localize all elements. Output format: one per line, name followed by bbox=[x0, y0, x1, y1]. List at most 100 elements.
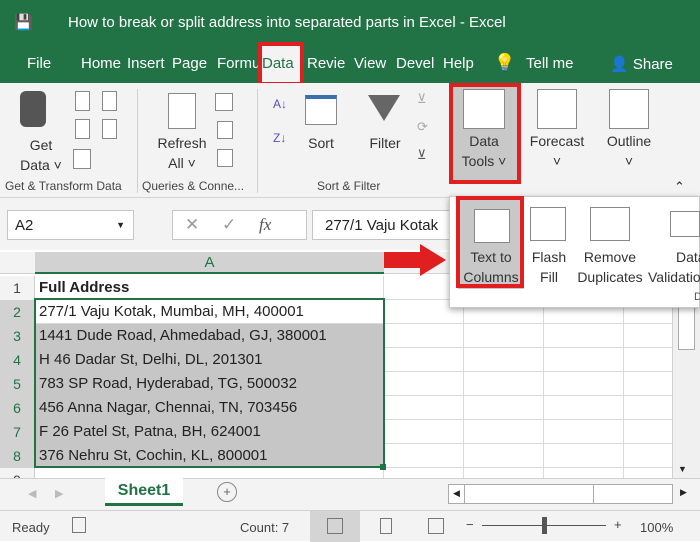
chevron-down-icon[interactable]: ▼ bbox=[116, 220, 125, 230]
highlight-data-tools bbox=[449, 83, 521, 184]
tab-file[interactable]: File bbox=[27, 55, 51, 72]
queries-icon[interactable] bbox=[215, 93, 233, 111]
tab-page-layout[interactable]: Page bbox=[172, 55, 207, 72]
group-sort-filter: Sort & Filter bbox=[317, 179, 381, 193]
from-text-icon[interactable] bbox=[75, 91, 90, 111]
menu-item-remove-duplicates[interactable]: Remove Duplicates bbox=[574, 199, 646, 289]
refresh-all-button[interactable]: Refresh All ˅ bbox=[152, 133, 212, 173]
row-header[interactable]: 1 bbox=[0, 276, 35, 300]
collapse-ribbon-icon[interactable]: ⌃ bbox=[674, 179, 685, 195]
macro-record-icon[interactable] bbox=[72, 517, 86, 533]
from-web-icon[interactable] bbox=[75, 119, 90, 139]
title-bar: 💾 How to break or split address into sep… bbox=[0, 0, 700, 45]
ribbon: Get Data ˅ Get & Transform Data Refresh Al… bbox=[0, 83, 700, 198]
group-label: D bbox=[694, 291, 700, 303]
from-table-icon[interactable] bbox=[73, 149, 91, 169]
cancel-icon[interactable]: ✕ bbox=[185, 215, 199, 234]
menu-item-flash-fill[interactable]: Flash Fill bbox=[528, 199, 570, 289]
database-icon bbox=[20, 91, 46, 127]
scroll-right-icon[interactable]: ▶ bbox=[680, 487, 687, 498]
column-header-a[interactable]: A bbox=[35, 252, 384, 274]
menu-item-data-validation[interactable]: Data Validation bbox=[648, 199, 700, 289]
scroll-left-icon[interactable]: ◀ bbox=[453, 488, 460, 499]
outline-button[interactable]: Outline ˅ bbox=[596, 131, 662, 171]
grid-icon bbox=[327, 518, 343, 534]
zoom-slider-thumb[interactable] bbox=[542, 517, 547, 534]
remove-duplicates-icon bbox=[590, 207, 630, 241]
page-break-icon[interactable] bbox=[428, 518, 444, 534]
horizontal-scrollbar[interactable]: ◀ bbox=[448, 484, 673, 504]
selection-border bbox=[34, 298, 385, 468]
row-header[interactable]: 7 bbox=[0, 420, 35, 444]
insert-function-icon[interactable]: fx bbox=[259, 215, 271, 234]
refresh-label-2: All bbox=[168, 155, 184, 171]
lightbulb-icon: 💡 bbox=[494, 53, 516, 72]
label-line: Validation bbox=[648, 269, 700, 285]
prev-sheet-icon[interactable]: ◀ bbox=[28, 487, 36, 500]
filter-button[interactable]: Filter bbox=[362, 133, 408, 153]
zoom-in-icon[interactable]: + bbox=[614, 517, 622, 532]
name-box[interactable]: A2 ▼ bbox=[7, 210, 134, 240]
page-layout-icon[interactable] bbox=[380, 518, 392, 534]
clear-filter-icon[interactable]: ⊻ bbox=[417, 91, 427, 107]
existing-connections-icon[interactable] bbox=[102, 119, 117, 139]
name-box-value: A2 bbox=[15, 217, 34, 234]
zoom-out-icon[interactable]: − bbox=[466, 517, 474, 532]
tab-developer[interactable]: Devel bbox=[396, 55, 434, 72]
add-sheet-icon[interactable]: + bbox=[217, 482, 237, 502]
status-count: Count: 7 bbox=[240, 520, 290, 535]
get-data-label-1: Get bbox=[29, 137, 53, 153]
refresh-icon bbox=[168, 93, 196, 129]
row-header[interactable]: 6 bbox=[0, 396, 35, 420]
tab-help[interactable]: Help bbox=[443, 55, 474, 72]
refresh-label-1: Refresh bbox=[157, 135, 207, 151]
person-icon: 👤 bbox=[610, 56, 633, 73]
scroll-down-icon[interactable]: ▼ bbox=[678, 464, 687, 474]
fill-handle[interactable] bbox=[380, 464, 386, 470]
sheet-tab-sheet1[interactable]: Sheet1 bbox=[105, 478, 183, 506]
row-header[interactable]: 8 bbox=[0, 444, 35, 468]
row-header[interactable]: 4 bbox=[0, 348, 35, 372]
cell-a1[interactable]: Full Address bbox=[35, 276, 384, 300]
tab-review[interactable]: Revie bbox=[307, 55, 345, 72]
forecast-label: Forecast bbox=[529, 133, 585, 149]
save-icon[interactable]: 💾 bbox=[14, 13, 33, 31]
red-arrow-icon bbox=[384, 244, 446, 276]
reapply-icon[interactable]: ⟳ bbox=[417, 119, 428, 135]
tab-formulas[interactable]: Formu bbox=[217, 55, 260, 72]
status-bar: Ready Count: 7 − + 100% bbox=[0, 510, 700, 542]
share-button[interactable]: 👤 Share bbox=[610, 55, 673, 73]
recent-sources-icon[interactable] bbox=[102, 91, 117, 111]
advanced-filter-icon[interactable]: ⊻ bbox=[417, 147, 427, 163]
properties-icon[interactable] bbox=[217, 121, 233, 139]
window-title: How to break or split address into separ… bbox=[68, 14, 506, 31]
row-header[interactable]: 2 bbox=[0, 300, 35, 324]
row-header[interactable]: 3 bbox=[0, 324, 35, 348]
get-data-button[interactable]: Get Data ˅ bbox=[14, 135, 68, 175]
outline-label: Outline bbox=[606, 133, 652, 149]
scroll-thumb[interactable] bbox=[464, 485, 594, 503]
enter-icon[interactable]: ✓ bbox=[222, 215, 236, 234]
filter-icon bbox=[368, 95, 400, 121]
tab-home[interactable]: Home bbox=[81, 55, 121, 72]
tab-view[interactable]: View bbox=[354, 55, 386, 72]
label-line: Remove bbox=[583, 249, 637, 265]
sheet-tabs-bar: ◀ ▶ Sheet1 + ◀ ▶ bbox=[0, 478, 700, 510]
outline-icon bbox=[609, 89, 649, 129]
next-sheet-icon[interactable]: ▶ bbox=[55, 487, 63, 500]
get-data-label-2: Data bbox=[20, 157, 50, 173]
zoom-level[interactable]: 100% bbox=[640, 520, 673, 535]
normal-view-button[interactable] bbox=[310, 511, 360, 542]
tell-me-search[interactable]: Tell me bbox=[526, 55, 574, 72]
edit-links-icon[interactable] bbox=[217, 149, 233, 167]
divider bbox=[257, 89, 258, 193]
group-queries: Queries & Conne... bbox=[142, 179, 245, 193]
sort-descending-icon[interactable]: Z↓ bbox=[273, 131, 286, 145]
group-get-transform: Get & Transform Data bbox=[5, 179, 122, 193]
sort-button[interactable]: Sort bbox=[300, 133, 342, 153]
row-header[interactable]: 5 bbox=[0, 372, 35, 396]
label-line: Duplicates bbox=[577, 269, 643, 285]
tab-insert[interactable]: Insert bbox=[127, 55, 165, 72]
sort-ascending-icon[interactable]: A↓ bbox=[273, 97, 287, 111]
forecast-button[interactable]: Forecast ˅ bbox=[522, 131, 592, 171]
